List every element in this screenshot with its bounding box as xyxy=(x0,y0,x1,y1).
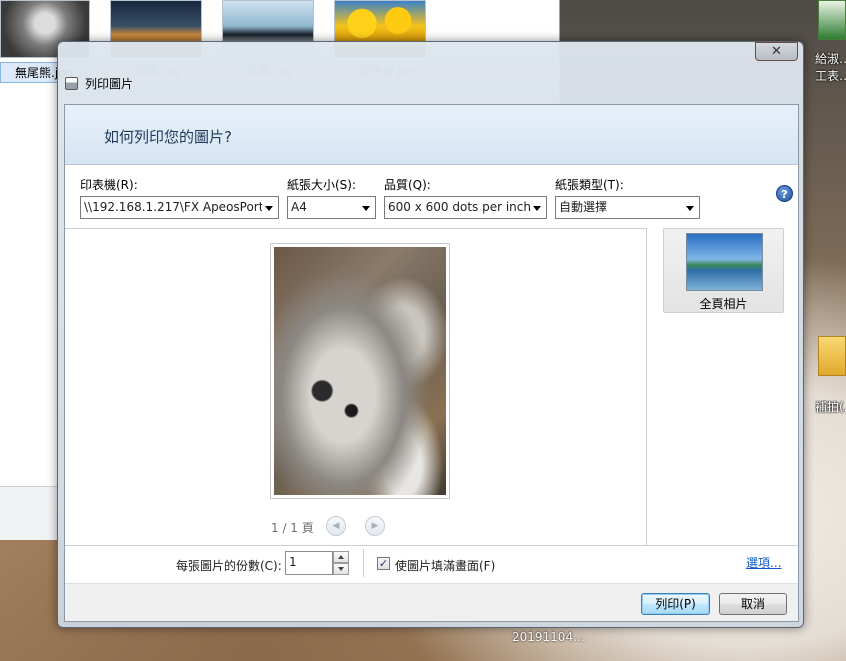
copies-decrement-button[interactable] xyxy=(333,563,349,575)
copies-increment-button[interactable] xyxy=(333,551,349,563)
desktop-file-label[interactable]: 20191104... xyxy=(512,630,585,644)
chevron-down-icon xyxy=(362,206,370,211)
fit-picture-label[interactable]: 使圖片填滿畫面(F) xyxy=(395,557,495,574)
koala-photo-preview xyxy=(274,247,446,495)
preview-page xyxy=(270,243,450,499)
quality-value: 600 x 600 dots per inch xyxy=(388,200,530,214)
paper-type-select[interactable]: 自動選擇 xyxy=(555,196,700,219)
printer-label: 印表機(R): xyxy=(80,178,138,192)
options-bar: 每張圖片的份數(C): 1 ✓ 使圖片填滿畫面(F) 選項... xyxy=(65,545,798,583)
dialog-content: 如何列印您的圖片? 印表機(R): \\192.168.1.217\FX Ape… xyxy=(64,104,799,622)
layout-item-label: 全頁相片 xyxy=(699,297,748,311)
layout-item-full-page[interactable]: 全頁相片 xyxy=(663,228,784,313)
next-page-button[interactable]: ▶ xyxy=(365,516,385,536)
arrow-right-icon: ▶ xyxy=(371,521,379,531)
arrow-left-icon: ◀ xyxy=(332,521,340,531)
copies-label: 每張圖片的份數(C): xyxy=(176,559,282,573)
button-bar: 列印(P) 取消 xyxy=(65,583,798,621)
fit-picture-checkbox[interactable]: ✓ xyxy=(377,557,390,570)
paper-size-value: A4 xyxy=(291,200,307,214)
folder-icon[interactable] xyxy=(818,336,846,376)
title-bar: 列印圖片 xyxy=(65,75,133,92)
close-button[interactable]: ✕ xyxy=(755,42,798,61)
options-link[interactable]: 選項... xyxy=(746,554,781,571)
chevron-down-icon xyxy=(265,206,273,211)
excel-file-icon[interactable] xyxy=(818,0,846,40)
print-pictures-dialog: ✕ 列印圖片 如何列印您的圖片? 印表機(R): \\192.168.1.217… xyxy=(57,41,804,628)
excel-file-label-2[interactable]: 工表… xyxy=(815,69,846,84)
quality-select[interactable]: 600 x 600 dots per inch xyxy=(384,196,547,219)
chevron-down-icon xyxy=(533,206,541,211)
paper-type-label: 紙張類型(T): xyxy=(555,178,624,192)
printer-select[interactable]: \\192.168.1.217\FX ApeosPort-V xyxy=(80,196,279,219)
page-indicator: 1 / 1 頁 xyxy=(271,521,314,535)
paper-type-value: 自動選擇 xyxy=(559,200,608,214)
paper-size-select[interactable]: A4 xyxy=(287,196,376,219)
help-icon[interactable]: ? xyxy=(776,185,793,202)
cancel-button[interactable]: 取消 xyxy=(719,593,787,615)
printer-value: \\192.168.1.217\FX ApeosPort-V xyxy=(84,200,262,214)
folder-label[interactable]: 補拍(… xyxy=(815,400,846,415)
header-banner: 如何列印您的圖片? xyxy=(65,105,798,165)
copies-input[interactable]: 1 xyxy=(285,551,333,575)
full-page-layout-thumbnail xyxy=(686,233,763,291)
paper-size-label: 紙張大小(S): xyxy=(287,178,357,192)
excel-file-label[interactable]: 給淑… xyxy=(815,52,846,67)
print-preview-area: 1 / 1 頁 ◀ ▶ xyxy=(65,228,647,545)
printer-icon xyxy=(65,77,78,90)
print-button[interactable]: 列印(P) xyxy=(641,593,710,615)
dialog-heading: 如何列印您的圖片? xyxy=(104,128,232,146)
layout-list: 全頁相片 xyxy=(647,228,798,545)
previous-page-button[interactable]: ◀ xyxy=(326,516,346,536)
close-icon: ✕ xyxy=(771,44,782,59)
divider xyxy=(363,549,364,577)
dialog-title: 列印圖片 xyxy=(85,77,134,91)
quality-label: 品質(Q): xyxy=(384,178,431,192)
chevron-down-icon xyxy=(686,206,694,211)
